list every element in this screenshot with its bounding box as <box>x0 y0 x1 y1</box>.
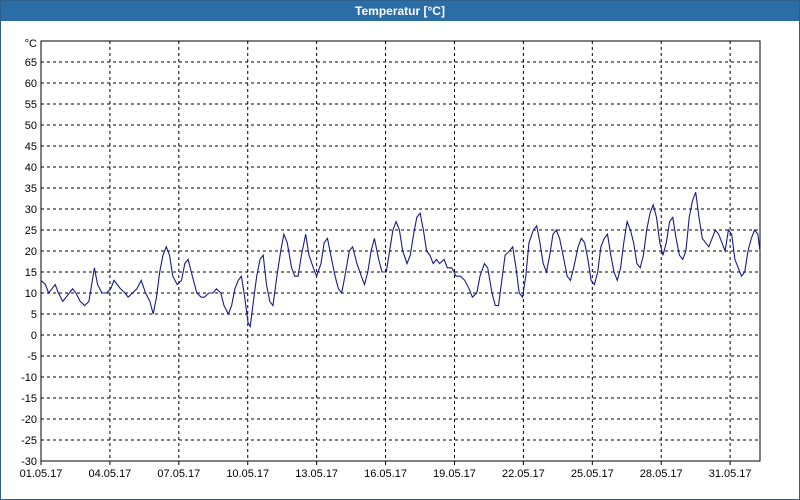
y-tick-label: -10 <box>21 372 37 384</box>
x-tick-label: 04.05.17 <box>88 468 131 480</box>
x-tick-label: 07.05.17 <box>157 468 200 480</box>
x-tick-label: 10.05.17 <box>226 468 269 480</box>
temperature-chart: -30 -25 -20 -15 -10 -5 0 5 10 15 20 25 30 35 40 45 50 55 6… <box>20 38 761 480</box>
x-tick-label: 01.05.17 <box>20 468 63 480</box>
y-tick-label: 10 <box>25 288 37 300</box>
y-tick-label: 40 <box>25 162 37 174</box>
x-tick-label: 28.05.17 <box>640 468 683 480</box>
x-tick-label: 16.05.17 <box>364 468 407 480</box>
y-tick-label: 0 <box>31 330 37 342</box>
window-titlebar: Temperatur [°C] <box>1 1 799 21</box>
y-tick-label: -15 <box>21 393 37 405</box>
x-tick-label: 22.05.17 <box>502 468 545 480</box>
y-tick-label: 25 <box>25 225 37 237</box>
x-tick-label: 31.05.17 <box>709 468 752 480</box>
x-tick-label: 19.05.17 <box>433 468 476 480</box>
x-tick-label: 13.05.17 <box>295 468 338 480</box>
y-tick-label: -5 <box>27 351 37 363</box>
y-tick-label: 5 <box>31 309 37 321</box>
y-tick-label: 60 <box>25 78 37 90</box>
y-tick-label: 65 <box>25 57 37 69</box>
y-axis-unit-label: °C <box>25 38 37 50</box>
x-tick-label: 25.05.17 <box>571 468 614 480</box>
y-tick-label: 20 <box>25 246 37 258</box>
y-tick-label: 15 <box>25 267 37 279</box>
y-tick-label: 50 <box>25 120 37 132</box>
y-tick-label: 35 <box>25 183 37 195</box>
y-tick-label: 45 <box>25 141 37 153</box>
y-tick-label: -25 <box>21 435 37 447</box>
y-tick-label: -30 <box>21 456 37 468</box>
plot-frame <box>40 40 761 462</box>
y-tick-label: 30 <box>25 204 37 216</box>
y-tick-label: -20 <box>21 414 37 426</box>
window-title: Temperatur [°C] <box>355 4 445 18</box>
chart-window: Temperatur [°C] -30 -25 -20 -15 -10 -5 0 5 10 15 2… <box>0 0 800 500</box>
y-tick-label: 55 <box>25 99 37 111</box>
